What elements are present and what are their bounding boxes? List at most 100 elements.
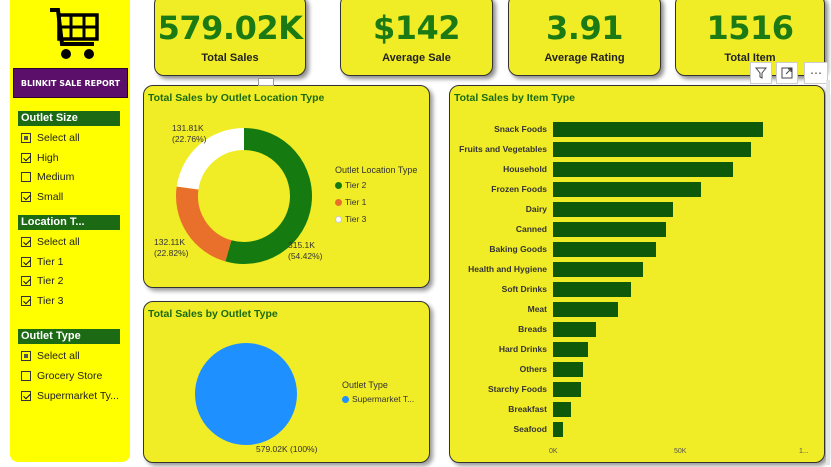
bar-meat[interactable] xyxy=(553,302,618,317)
bar-category-label: Baking Goods xyxy=(489,244,547,254)
bar-snack-foods[interactable] xyxy=(553,122,763,137)
x-tick-label: 0K xyxy=(549,448,558,455)
bar-others[interactable] xyxy=(553,362,583,377)
bar-chart: Snack Foods Fruits and Vegetables Househol… xyxy=(450,86,826,464)
legend-dot xyxy=(342,395,349,403)
kpi-value: $142 xyxy=(372,9,461,47)
kpi-label: Total Sales xyxy=(201,52,259,64)
legend-item-tier-2[interactable]: Tier 2 xyxy=(335,180,366,190)
location-type-chart-panel: Total Sales by Outlet Location Type Outl… xyxy=(143,85,430,288)
shopping-cart-icon xyxy=(46,4,102,64)
location-type-select-all[interactable]: Select all xyxy=(21,235,80,249)
legend-title: Outlet Location Type xyxy=(335,165,418,175)
checkbox-icon[interactable] xyxy=(21,391,31,401)
location-type-tier-2[interactable]: Tier 2 xyxy=(21,274,63,288)
bar-category-label: Household xyxy=(503,164,547,174)
bar-category-label: Breakfast xyxy=(508,404,547,414)
report-title: BLINKIT SALE REPORT xyxy=(13,68,128,98)
bar-fruits-and-vegetables[interactable] xyxy=(553,142,751,157)
bar-category-label: Others xyxy=(519,364,547,374)
kpi-card-average-rating: 3.91 Average Rating xyxy=(508,0,661,76)
outlet-type-chart-panel: Total Sales by Outlet Type Outlet Type S… xyxy=(143,301,430,463)
outlet-type-slicer-header: Outlet Type xyxy=(18,329,120,344)
kpi-value: 579.02K xyxy=(157,9,303,47)
outlet-size-high[interactable]: High xyxy=(21,151,59,165)
donut-slice-tier-3[interactable] xyxy=(176,128,245,191)
bar-seafood[interactable] xyxy=(553,422,563,437)
bar-category-label: Canned xyxy=(515,224,547,234)
more-options-icon[interactable]: ⋯ xyxy=(804,62,828,84)
kpi-value: 1516 xyxy=(706,9,794,47)
kpi-label: Average Sale xyxy=(382,52,451,64)
checkbox-icon[interactable] xyxy=(21,172,31,182)
checkbox-icon[interactable] xyxy=(21,237,31,247)
outlet-type-supermarket[interactable]: Supermarket Ty... xyxy=(21,389,119,403)
bar-category-label: Health and Hygiene xyxy=(468,264,547,274)
location-type-slicer-header: Location T... xyxy=(18,215,120,230)
donut-slice-tier-2[interactable] xyxy=(225,128,312,264)
legend-item-tier-1[interactable]: Tier 1 xyxy=(335,197,366,207)
kpi-card-average-sale: $142 Average Sale xyxy=(340,0,493,76)
legend-dot xyxy=(335,181,342,189)
checkbox-icon[interactable] xyxy=(21,153,31,163)
legend-dot xyxy=(335,215,342,223)
x-tick-label: 1... xyxy=(799,448,809,455)
bar-hard-drinks[interactable] xyxy=(553,342,588,357)
bar-baking-goods[interactable] xyxy=(553,242,656,257)
bar-category-label: Frozen Foods xyxy=(491,184,547,194)
bar-canned[interactable] xyxy=(553,222,666,237)
outlet-size-medium[interactable]: Medium xyxy=(21,170,74,184)
bar-category-label: Fruits and Vegetables xyxy=(459,144,547,154)
bar-frozen-foods[interactable] xyxy=(553,182,701,197)
bar-starchy-foods[interactable] xyxy=(553,382,581,397)
bar-breakfast[interactable] xyxy=(553,402,571,417)
bar-category-label: Dairy xyxy=(525,204,547,214)
pie-chart xyxy=(195,343,297,445)
checkbox-icon[interactable] xyxy=(21,351,31,361)
bar-category-label: Hard Drinks xyxy=(498,344,547,354)
kpi-value: 3.91 xyxy=(546,9,623,47)
outlet-size-small[interactable]: Small xyxy=(21,190,63,204)
pie-slice-supermarket[interactable] xyxy=(195,343,297,445)
legend-item-supermarket[interactable]: Supermarket T... xyxy=(342,394,414,404)
location-type-tier-1[interactable]: Tier 1 xyxy=(21,255,63,269)
bar-category-label: Meat xyxy=(527,304,547,314)
scrollbar[interactable] xyxy=(826,80,830,465)
bar-category-label: Soft Drinks xyxy=(501,284,547,294)
bar-category-label: Starchy Foods xyxy=(487,384,547,394)
checkbox-icon[interactable] xyxy=(21,257,31,267)
outlet-type-grocery-store[interactable]: Grocery Store xyxy=(21,369,102,383)
chart-title: Total Sales by Outlet Location Type xyxy=(148,92,325,104)
checkbox-icon[interactable] xyxy=(21,371,31,381)
bar-breads[interactable] xyxy=(553,322,596,337)
outlet-size-slicer-header: Outlet Size xyxy=(18,111,120,126)
checkbox-icon[interactable] xyxy=(21,192,31,202)
data-label-tier-1: 132.11K (22.82%) xyxy=(154,237,189,258)
drag-handle-icon[interactable] xyxy=(258,78,274,86)
checkbox-icon[interactable] xyxy=(21,296,31,306)
chart-title: Total Sales by Outlet Type xyxy=(148,308,278,320)
bar-category-label: Seafood xyxy=(513,424,547,434)
outlet-size-select-all[interactable]: Select all xyxy=(21,131,80,145)
data-label-tier-2: 315.1K (54.42%) xyxy=(288,240,323,261)
kpi-label: Average Rating xyxy=(544,52,625,64)
kpi-card-total-sales: 579.02K Total Sales xyxy=(154,0,306,76)
location-type-tier-3[interactable]: Tier 3 xyxy=(21,294,63,308)
data-label-supermarket: 579.02K (100%) xyxy=(256,444,318,454)
bar-health-and-hygiene[interactable] xyxy=(553,262,643,277)
legend-dot xyxy=(335,198,342,206)
bar-household[interactable] xyxy=(553,162,733,177)
checkbox-icon[interactable] xyxy=(21,276,31,286)
filter-icon[interactable] xyxy=(750,62,772,84)
legend-item-tier-3[interactable]: Tier 3 xyxy=(335,214,366,224)
bar-soft-drinks[interactable] xyxy=(553,282,631,297)
focus-mode-icon[interactable] xyxy=(776,62,798,84)
data-label-tier-3: 131.81K (22.76%) xyxy=(172,123,207,144)
donut-slice-tier-1[interactable] xyxy=(176,186,232,262)
bar-dairy[interactable] xyxy=(553,202,673,217)
outlet-type-select-all[interactable]: Select all xyxy=(21,349,80,363)
bar-category-label: Breads xyxy=(518,324,547,334)
x-tick-label: 50K xyxy=(674,448,687,455)
checkbox-icon[interactable] xyxy=(21,133,31,143)
item-type-chart-panel: Total Sales by Item Type Snack Foods Frui… xyxy=(449,85,825,463)
